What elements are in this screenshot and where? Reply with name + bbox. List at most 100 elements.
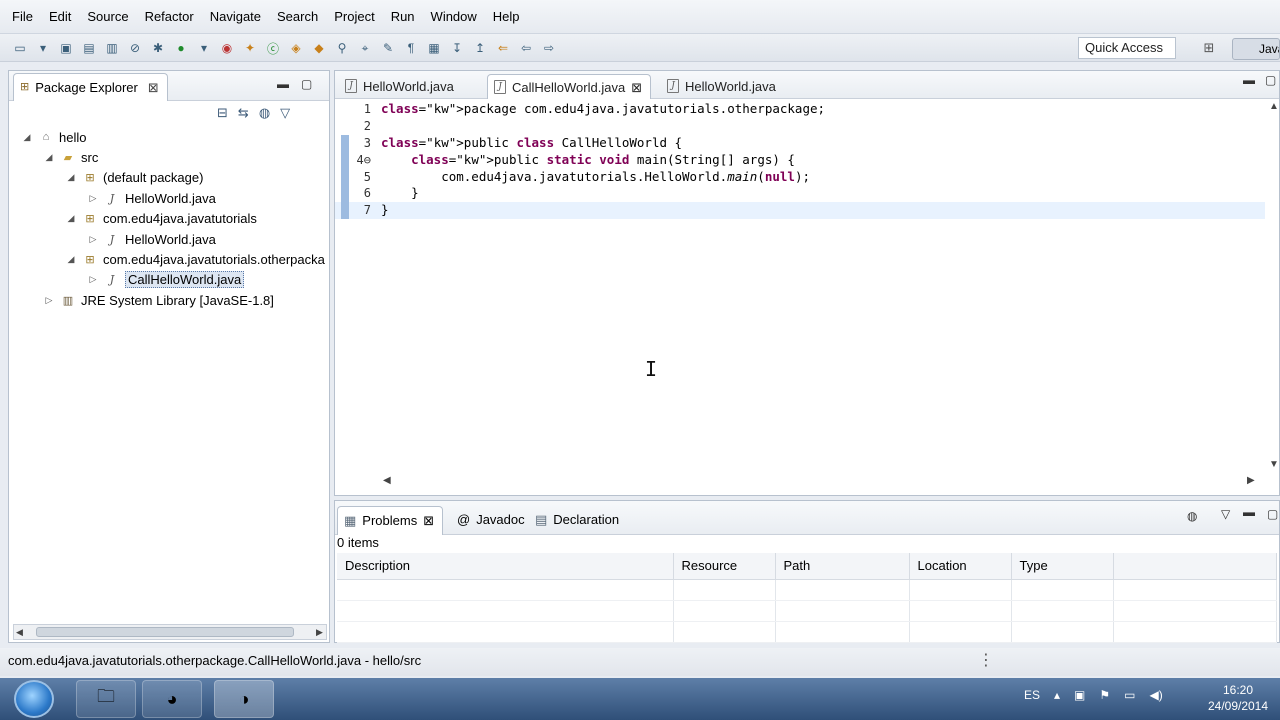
external-tools-icon[interactable]: ◉	[217, 38, 237, 58]
tree-item[interactable]: ▷ ▥ JRE System Library [JavaSE-1.8]	[9, 290, 329, 310]
menu-source[interactable]: Source	[79, 0, 136, 34]
scroll-left-icon[interactable]: ◀	[383, 475, 391, 486]
collapse-icon[interactable]: ◢	[65, 172, 77, 183]
chrome-icon[interactable]: ◕	[142, 680, 202, 718]
collapse-icon[interactable]: ◢	[43, 152, 55, 163]
new-java-project-icon[interactable]: ✦	[240, 38, 260, 58]
close-icon[interactable]: ⊠	[148, 80, 159, 96]
network-icon[interactable]: ▣	[1074, 688, 1085, 702]
scroll-down-icon[interactable]: ▼	[1269, 459, 1279, 470]
clock[interactable]: 16:20 24/09/2014	[1200, 682, 1276, 714]
tree-item[interactable]: ◢ ⌂ hello	[9, 127, 329, 147]
expand-icon[interactable]: ▷	[87, 274, 99, 285]
tab-javadoc[interactable]: @ Javadoc	[451, 506, 533, 535]
tree-item[interactable]: ◢ ▰ src	[9, 147, 329, 167]
show-whitespace-icon[interactable]: ¶	[401, 38, 421, 58]
run-icon[interactable]: ●	[171, 38, 191, 58]
tree-item[interactable]: ▷ J HelloWorld.java	[9, 229, 329, 249]
save-all-icon[interactable]: ▤	[79, 38, 99, 58]
link-with-editor-icon[interactable]: ⇆	[238, 105, 249, 121]
back-icon[interactable]: ⇦	[516, 38, 536, 58]
expand-icon[interactable]: ▷	[87, 193, 99, 204]
close-icon[interactable]: ⊠	[423, 513, 434, 535]
forward-icon[interactable]: ⇨	[539, 38, 559, 58]
new-dropdown-icon[interactable]: ▾	[33, 38, 53, 58]
new-class-icon[interactable]: ⓒ	[263, 38, 283, 58]
tree-item[interactable]: ▷ J CallHelloWorld.java	[9, 270, 329, 290]
search-icon[interactable]: ⚲	[332, 38, 352, 58]
column-location[interactable]: Location	[909, 553, 1012, 580]
focus-task-icon[interactable]: ◍	[259, 105, 270, 121]
editor-maximize-icon[interactable]: ▢	[1265, 73, 1276, 87]
next-annotation-icon[interactable]: ↧	[447, 38, 467, 58]
save-icon[interactable]: ▣	[56, 38, 76, 58]
menu-file[interactable]: File	[4, 0, 41, 34]
column-description[interactable]: Description	[337, 553, 674, 580]
view-menu-icon[interactable]: ▽	[280, 105, 290, 121]
editor-horizontal-scrollbar[interactable]: ◀ ▶	[379, 475, 1259, 491]
close-icon[interactable]: ⊠	[631, 80, 642, 99]
menu-edit[interactable]: Edit	[41, 0, 79, 34]
new-icon[interactable]: ▭	[10, 38, 30, 58]
view-menu-icon[interactable]: ▽	[1221, 507, 1230, 521]
tab-problems[interactable]: ▦ Problems ⊠	[337, 506, 444, 535]
show-hidden-icons-icon[interactable]: ▴	[1054, 688, 1060, 702]
tab-declaration[interactable]: ▤ Declaration	[529, 506, 627, 535]
quick-access-field[interactable]: Quick Access	[1078, 37, 1176, 59]
open-perspective-icon[interactable]: ⊞	[1198, 38, 1220, 58]
skip-breakpoints-icon[interactable]: ⊘	[125, 38, 145, 58]
run-dropdown-icon[interactable]: ▾	[194, 38, 214, 58]
tree-item[interactable]: ◢ ⊞ com.edu4java.javatutorials	[9, 209, 329, 229]
last-edit-icon[interactable]: ⇐	[493, 38, 513, 58]
print-icon[interactable]: ▥	[102, 38, 122, 58]
menu-refactor[interactable]: Refactor	[137, 0, 202, 34]
toggle-mark-icon[interactable]: ⌖	[355, 38, 375, 58]
column-path[interactable]: Path	[775, 553, 910, 580]
start-button[interactable]	[14, 680, 54, 718]
menu-help[interactable]: Help	[485, 0, 528, 34]
scroll-right-icon[interactable]: ▶	[316, 625, 323, 639]
menu-run[interactable]: Run	[383, 0, 423, 34]
menu-navigate[interactable]: Navigate	[202, 0, 269, 34]
annotation-icon[interactable]: ✎	[378, 38, 398, 58]
display-icon[interactable]: ▭	[1124, 688, 1135, 702]
tab-package-explorer[interactable]: ⊞ Package Explorer ⊠	[13, 73, 168, 101]
debug-icon[interactable]: ✱	[148, 38, 168, 58]
block-selection-icon[interactable]: ▦	[424, 38, 444, 58]
code-area[interactable]: 1 class="kw">package com.edu4java.javatut…	[335, 101, 1265, 220]
focus-task-icon[interactable]: ◍	[1187, 509, 1197, 523]
collapse-icon[interactable]: ◢	[65, 213, 77, 224]
scroll-thumb[interactable]	[36, 627, 294, 637]
action-center-icon[interactable]: ⚑	[1099, 688, 1110, 702]
scroll-up-icon[interactable]: ▲	[1269, 101, 1279, 112]
language-indicator[interactable]: ES	[1024, 688, 1040, 702]
expand-icon[interactable]: ▷	[43, 295, 55, 306]
expand-icon[interactable]: ▷	[87, 234, 99, 245]
open-task-icon[interactable]: ◆	[309, 38, 329, 58]
tree-item[interactable]: ◢ ⊞ (default package)	[9, 168, 329, 188]
column-resource[interactable]: Resource	[673, 553, 776, 580]
collapse-icon[interactable]: ◢	[21, 132, 33, 143]
open-type-icon[interactable]: ◈	[286, 38, 306, 58]
horizontal-scrollbar[interactable]: ◀ ▶	[13, 624, 327, 640]
editor-minimize-icon[interactable]: ▬	[1243, 73, 1255, 87]
menu-project[interactable]: Project	[326, 0, 382, 34]
minimize-icon[interactable]: ▬	[277, 77, 289, 91]
java-perspective-button[interactable]: Java	[1232, 38, 1280, 60]
tab-editor-file[interactable]: J HelloWorld.java	[661, 74, 784, 99]
tab-editor-file[interactable]: J CallHelloWorld.java ⊠	[487, 74, 652, 99]
editor-vertical-scrollbar[interactable]: ▲ ▼	[1267, 101, 1279, 471]
volume-icon[interactable]: ◀)	[1150, 688, 1163, 702]
file-explorer-icon[interactable]: 🗀	[76, 680, 136, 718]
collapse-icon[interactable]: ◢	[65, 254, 77, 265]
menu-window[interactable]: Window	[423, 0, 485, 34]
tree-item[interactable]: ▷ J HelloWorld.java	[9, 188, 329, 208]
scroll-right-icon[interactable]: ▶	[1247, 475, 1255, 486]
maximize-icon[interactable]: ▢	[1267, 507, 1278, 521]
minimize-icon[interactable]: ▬	[1243, 505, 1255, 519]
eclipse-icon[interactable]: ◑	[214, 680, 274, 718]
scroll-left-icon[interactable]: ◀	[16, 625, 23, 639]
prev-annotation-icon[interactable]: ↥	[470, 38, 490, 58]
column-type[interactable]: Type	[1011, 553, 1114, 580]
menu-search[interactable]: Search	[269, 0, 326, 34]
